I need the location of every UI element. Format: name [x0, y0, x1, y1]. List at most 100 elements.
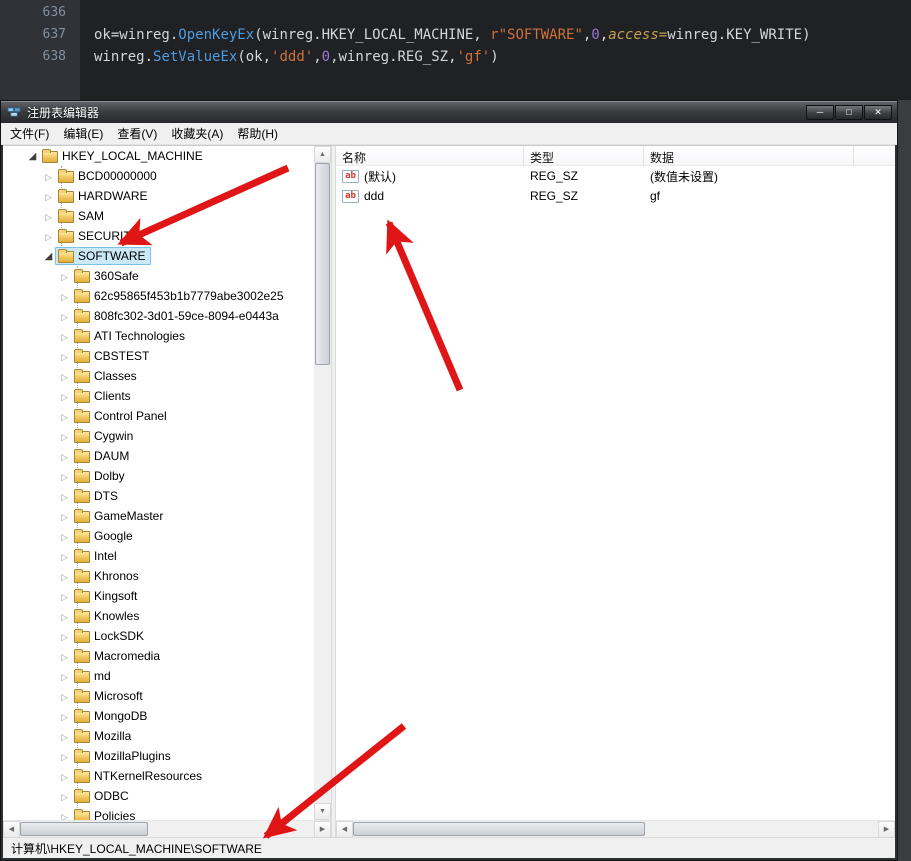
tree-item[interactable]: md [3, 666, 314, 686]
expand-toggle-icon[interactable] [58, 706, 71, 727]
tree-hscroll-thumb[interactable] [20, 822, 148, 836]
tree-item[interactable]: LockSDK [3, 626, 314, 646]
tree-node[interactable]: SAM [55, 207, 109, 225]
values-hscroll-thumb[interactable] [353, 822, 645, 836]
expand-toggle-icon[interactable] [58, 626, 71, 647]
minimize-button[interactable]: ─ [806, 105, 834, 120]
tree-node[interactable]: HARDWARE [55, 187, 153, 205]
tree-node[interactable]: Google [71, 527, 138, 545]
tree-node[interactable]: HKEY_LOCAL_MACHINE [39, 147, 208, 165]
tree-item[interactable]: HARDWARE [3, 186, 314, 206]
tree-item[interactable]: SOFTWARE [3, 246, 314, 266]
tree-node[interactable]: Khronos [71, 567, 144, 585]
expand-toggle-icon[interactable] [58, 766, 71, 787]
expand-toggle-icon[interactable] [58, 806, 71, 821]
tree-vertical-scrollbar[interactable] [314, 146, 331, 820]
tree-item[interactable]: HKEY_LOCAL_MACHINE [3, 146, 314, 166]
column-header[interactable]: 类型 [524, 146, 644, 166]
expand-toggle-icon[interactable] [58, 566, 71, 587]
menu-item[interactable]: 帮助(H) [230, 122, 285, 145]
tree-item[interactable]: Intel [3, 546, 314, 566]
collapse-toggle-icon[interactable] [26, 146, 39, 167]
tree-node[interactable]: CBSTEST [71, 347, 154, 365]
tree-item[interactable]: Classes [3, 366, 314, 386]
tree-node[interactable]: NTKernelResources [71, 767, 207, 785]
menu-item[interactable]: 编辑(E) [56, 122, 110, 145]
tree-node[interactable]: LockSDK [71, 627, 149, 645]
tree-node[interactable]: MozillaPlugins [71, 747, 176, 765]
tree-node[interactable]: Kingsoft [71, 587, 142, 605]
value-row[interactable]: (默认)REG_SZ(数值未设置) [336, 166, 895, 186]
expand-toggle-icon[interactable] [58, 646, 71, 667]
expand-toggle-icon[interactable] [58, 326, 71, 347]
tree-item[interactable]: SAM [3, 206, 314, 226]
expand-toggle-icon[interactable] [58, 386, 71, 407]
menu-item[interactable]: 收藏夹(A) [164, 122, 230, 145]
tree-node[interactable]: DTS [71, 487, 123, 505]
tree-node[interactable]: Clients [71, 387, 136, 405]
tree-node[interactable]: 62c95865f453b1b7779abe3002e25 [71, 287, 289, 305]
tree-item[interactable]: ODBC [3, 786, 314, 806]
expand-toggle-icon[interactable] [58, 586, 71, 607]
tree-node[interactable]: ATI Technologies [71, 327, 190, 345]
tree-node[interactable]: 360Safe [71, 267, 144, 285]
tree-node[interactable]: Control Panel [71, 407, 172, 425]
expand-toggle-icon[interactable] [58, 546, 71, 567]
column-header[interactable]: 名称 [336, 146, 524, 166]
column-header[interactable]: 数据 [644, 146, 854, 166]
expand-toggle-icon[interactable] [58, 506, 71, 527]
tree-horizontal-scrollbar[interactable] [3, 820, 331, 837]
tree-node[interactable]: GameMaster [71, 507, 168, 525]
scroll-left-icon[interactable] [336, 821, 353, 838]
tree-item[interactable]: 360Safe [3, 266, 314, 286]
expand-toggle-icon[interactable] [42, 206, 55, 227]
expand-toggle-icon[interactable] [58, 486, 71, 507]
tree-item[interactable]: Mozilla [3, 726, 314, 746]
code-line[interactable]: 636 [0, 2, 911, 24]
values-horizontal-scrollbar[interactable] [336, 820, 895, 837]
tree-item[interactable]: MozillaPlugins [3, 746, 314, 766]
expand-toggle-icon[interactable] [58, 746, 71, 767]
collapse-toggle-icon[interactable] [42, 245, 55, 267]
expand-toggle-icon[interactable] [58, 286, 71, 307]
expand-toggle-icon[interactable] [58, 446, 71, 467]
maximize-button[interactable]: □ [835, 105, 863, 120]
tree-item[interactable]: Knowles [3, 606, 314, 626]
tree-node[interactable]: Macromedia [71, 647, 165, 665]
tree-node[interactable]: SOFTWARE [55, 247, 151, 265]
code-line[interactable]: 638winreg.SetValueEx(ok,'ddd',0,winreg.R… [0, 46, 911, 68]
tree-item[interactable]: Policies [3, 806, 314, 820]
tree-item[interactable]: Kingsoft [3, 586, 314, 606]
expand-toggle-icon[interactable] [58, 266, 71, 287]
tree-node[interactable]: BCD00000000 [55, 167, 162, 185]
tree-item[interactable]: DTS [3, 486, 314, 506]
tree-item[interactable]: Control Panel [3, 406, 314, 426]
expand-toggle-icon[interactable] [58, 606, 71, 627]
tree-item[interactable]: Microsoft [3, 686, 314, 706]
tree-item[interactable]: NTKernelResources [3, 766, 314, 786]
code-editor[interactable]: 636637ok=winreg.OpenKeyEx(winreg.HKEY_LO… [0, 0, 911, 100]
tree-item[interactable]: Khronos [3, 566, 314, 586]
expand-toggle-icon[interactable] [58, 366, 71, 387]
tree-node[interactable]: Cygwin [71, 427, 138, 445]
expand-toggle-icon[interactable] [58, 666, 71, 687]
expand-toggle-icon[interactable] [42, 226, 55, 247]
tree-node[interactable]: Dolby [71, 467, 130, 485]
code-line[interactable]: 637ok=winreg.OpenKeyEx(winreg.HKEY_LOCAL… [0, 24, 911, 46]
tree-item[interactable]: GameMaster [3, 506, 314, 526]
scroll-down-icon[interactable] [314, 803, 331, 820]
tree-item[interactable]: DAUM [3, 446, 314, 466]
tree-node[interactable]: Knowles [71, 607, 144, 625]
scroll-left-icon[interactable] [3, 821, 20, 838]
tree-node[interactable]: Classes [71, 367, 142, 385]
expand-toggle-icon[interactable] [58, 466, 71, 487]
tree-item[interactable]: BCD00000000 [3, 166, 314, 186]
tree-item[interactable]: SECURITY [3, 226, 314, 246]
tree-node[interactable]: SECURITY [55, 227, 144, 245]
expand-toggle-icon[interactable] [58, 726, 71, 747]
expand-toggle-icon[interactable] [58, 406, 71, 427]
scroll-up-icon[interactable] [314, 146, 331, 163]
expand-toggle-icon[interactable] [58, 346, 71, 367]
tree-item[interactable]: CBSTEST [3, 346, 314, 366]
value-row[interactable]: dddREG_SZgf [336, 186, 895, 206]
